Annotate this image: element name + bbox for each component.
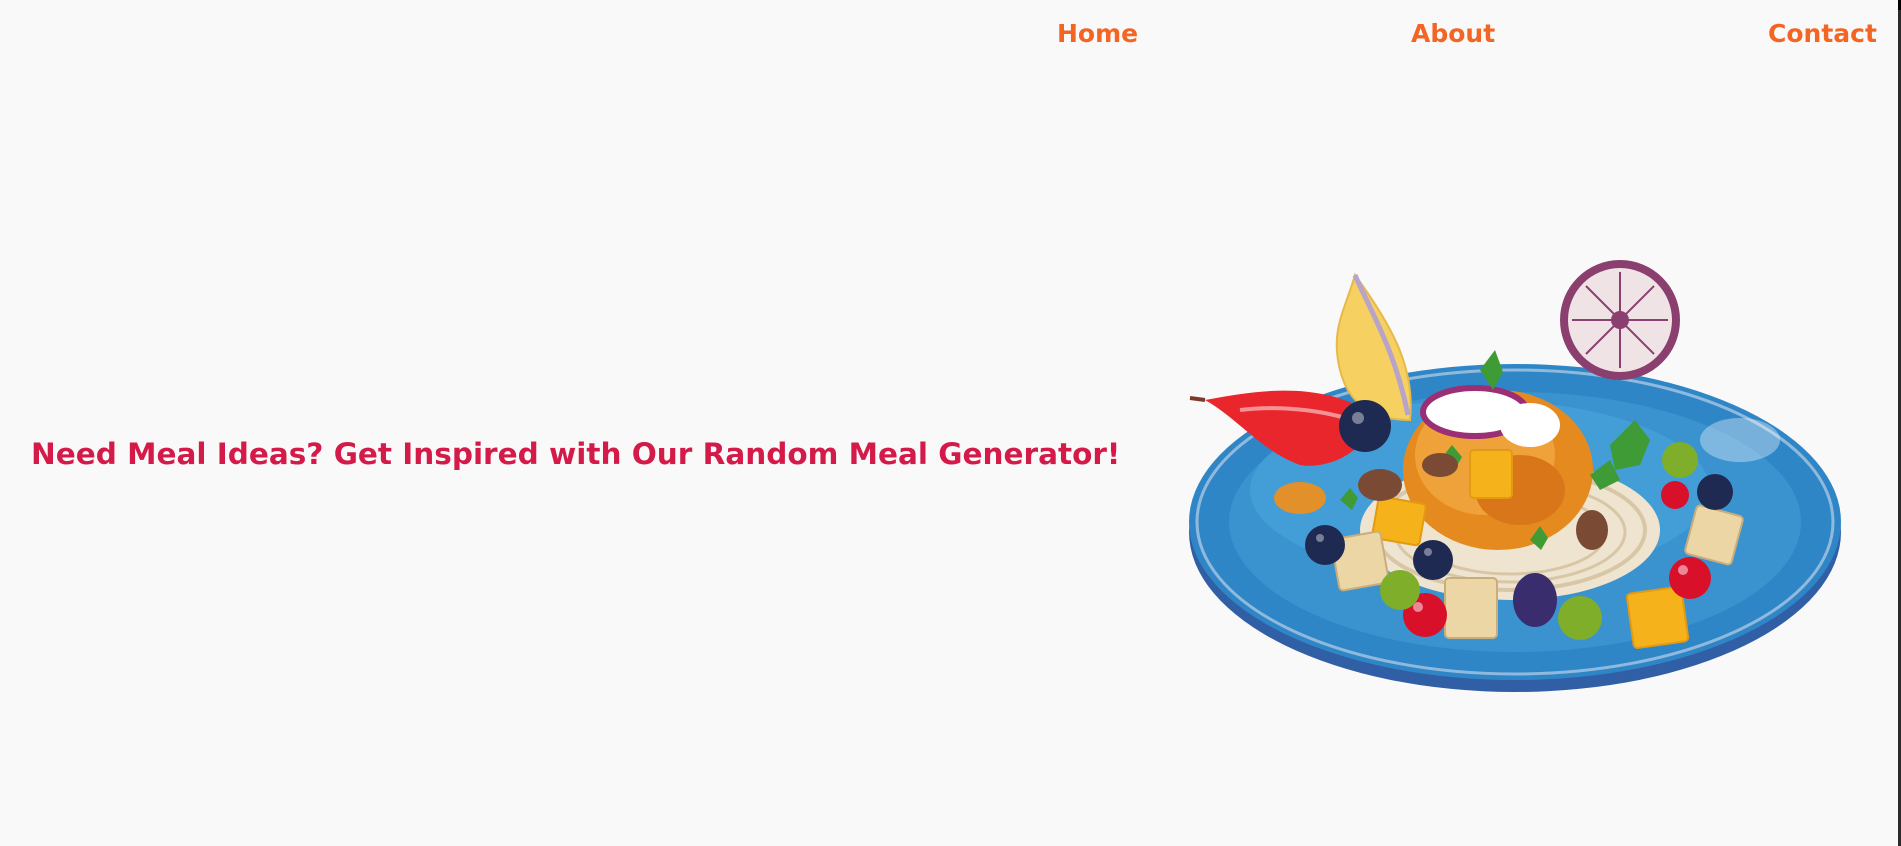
page: Home About Contact Need Meal Ideas? Get …	[0, 0, 1901, 846]
plated-meal-image	[1189, 260, 1841, 692]
nav-about-link[interactable]: About	[1411, 18, 1495, 50]
top-nav: Home About Contact	[0, 0, 1901, 70]
nav-contact-link[interactable]: Contact	[1768, 18, 1877, 50]
hero-headline: Need Meal Ideas? Get Inspired with Our R…	[31, 437, 1121, 471]
nav-home-link[interactable]: Home	[1057, 18, 1138, 50]
